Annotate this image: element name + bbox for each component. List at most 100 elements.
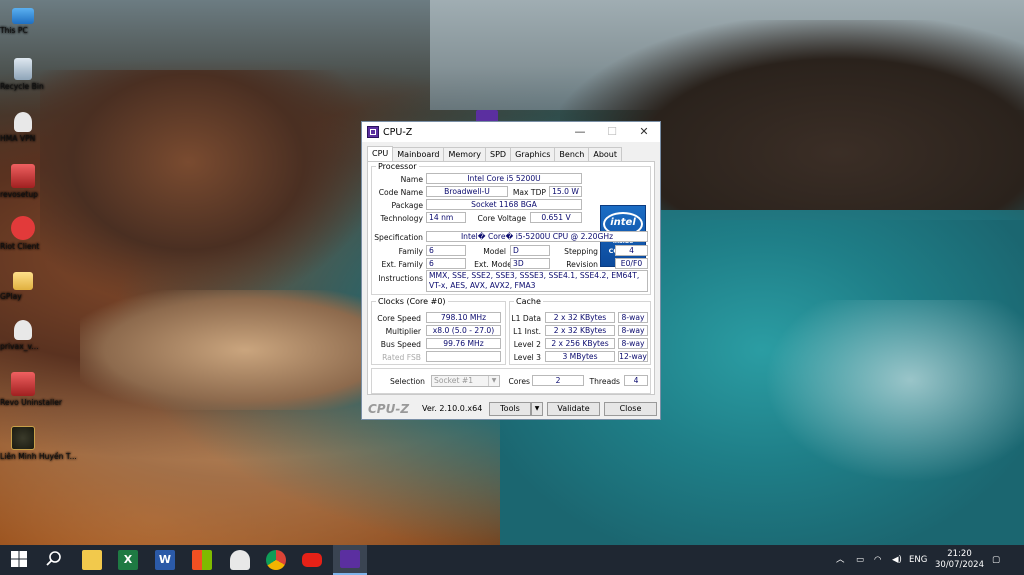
cache-way: 8-way — [618, 312, 648, 323]
tab-about[interactable]: About — [588, 147, 623, 162]
cache-label: L1 Data — [511, 314, 541, 323]
desktop-icon-revosetup[interactable]: revosetup — [0, 164, 46, 199]
tools-button[interactable]: Tools — [489, 402, 531, 416]
desktop-icon-hma-vpn[interactable]: HMA VPN — [0, 112, 46, 143]
tab-bar: CPU Mainboard Memory SPD Graphics Bench … — [362, 142, 660, 162]
family-value: 6 — [426, 245, 466, 256]
league-icon — [11, 426, 35, 450]
stepping-label: Stepping — [564, 247, 598, 256]
corespeed-label: Core Speed — [377, 314, 421, 323]
busspeed-label: Bus Speed — [380, 340, 421, 349]
desktop-icon-label: revosetup — [0, 190, 39, 199]
revo-icon — [11, 164, 35, 188]
clock-time: 21:20 — [947, 549, 972, 559]
instructions-label: Instructions — [378, 274, 423, 283]
corevoltage-label: Core Voltage — [477, 214, 526, 223]
search-icon[interactable] — [45, 550, 65, 570]
cores-value: 2 — [532, 375, 584, 386]
tab-spd[interactable]: SPD — [485, 147, 512, 162]
tools-dropdown-button[interactable]: ▼ — [531, 402, 543, 416]
close-button[interactable]: Close — [604, 402, 657, 416]
family-label: Family — [398, 247, 423, 256]
donkey-icon — [14, 112, 32, 132]
battery-icon[interactable]: ▭ — [856, 545, 864, 575]
codename-label: Code Name — [378, 188, 423, 197]
maximize-button[interactable]: ☐ — [596, 122, 628, 142]
desktop-icon-recycle-bin[interactable]: Recycle Bin — [0, 58, 46, 91]
chrome-icon[interactable] — [266, 550, 286, 570]
corespeed-value: 798.10 MHz — [426, 312, 501, 323]
threads-value: 4 — [624, 375, 648, 386]
revo-icon — [11, 372, 35, 396]
cpuz-window: CPU-Z — ☐ ✕ CPU Mainboard Memory SPD Gra… — [361, 121, 661, 420]
chevron-up-icon[interactable]: ︿ — [836, 545, 845, 575]
selection-label: Selection — [390, 377, 425, 386]
technology-value: 14 nm — [426, 212, 466, 223]
desktop-icon-this-pc[interactable]: This PC — [0, 6, 46, 35]
cpuz-icon — [340, 550, 360, 568]
store-icon[interactable] — [192, 550, 212, 570]
excel-icon[interactable]: X — [118, 550, 138, 570]
cores-label: Cores — [508, 377, 530, 386]
wifi-icon[interactable]: ◠ — [874, 545, 881, 575]
tab-cpu[interactable]: CPU — [367, 146, 394, 161]
clock[interactable]: 21:20 30/07/2024 — [935, 549, 984, 571]
tab-memory[interactable]: Memory — [443, 147, 487, 162]
title-bar[interactable]: CPU-Z — ☐ ✕ — [362, 122, 660, 142]
windows-start-icon[interactable] — [10, 550, 30, 570]
socket-select-value: Socket #1 — [434, 376, 474, 385]
cache-way: 8-way — [618, 338, 648, 349]
codename-value: Broadwell-U — [426, 186, 508, 197]
language-indicator[interactable]: ENG — [909, 545, 927, 575]
multiplier-value: x8.0 (5.0 - 27.0) — [426, 325, 501, 336]
specification-value: Intel� Core� i5-5200U CPU @ 2.20GHz — [426, 231, 648, 242]
cache-way: 8-way — [618, 325, 648, 336]
volume-icon[interactable]: ◀) — [892, 545, 902, 575]
model-label: Model — [483, 247, 506, 256]
corevoltage-value: 0.651 V — [530, 212, 582, 223]
desktop-icon-label: privax_v... — [0, 342, 39, 351]
word-icon[interactable]: W — [155, 550, 175, 570]
extfamily-label: Ext. Family — [381, 260, 423, 269]
notification-icon[interactable]: ▢ — [992, 545, 1000, 575]
cpuz-taskbar-button[interactable] — [333, 545, 367, 575]
cache-size: 3 MBytes — [545, 351, 615, 362]
validate-button[interactable]: Validate — [547, 402, 600, 416]
desktop-icon-lien-minh[interactable]: Liên Minh Huyền T... — [0, 426, 77, 461]
desktop-icon-revo-uninstaller[interactable]: Revo Uninstaller — [0, 372, 62, 407]
close-window-button[interactable]: ✕ — [628, 122, 660, 142]
desktop-icon-gplay[interactable]: GPlay — [0, 268, 46, 301]
desktop-icon-privax[interactable]: privax_v... — [0, 320, 46, 351]
recycle-bin-icon — [14, 58, 32, 80]
tab-graphics[interactable]: Graphics — [510, 147, 556, 162]
youtube-icon[interactable] — [302, 553, 322, 567]
window-title: CPU-Z — [383, 126, 413, 138]
donkey-icon — [14, 320, 32, 340]
cpu-panel: Processor Name Intel Core i5 5200U Code … — [367, 161, 655, 395]
maxtdp-label: Max TDP — [512, 188, 546, 197]
taskbar: X W ︿ ▭ ◠ ◀) ENG 21:20 30/07/2024 ▢ — [0, 545, 1024, 575]
desktop-icon-label: Riot Client — [0, 242, 40, 251]
ratedfsb-label: Rated FSB — [382, 353, 421, 362]
tab-mainboard[interactable]: Mainboard — [392, 147, 445, 162]
model-value: D — [510, 245, 550, 256]
extfamily-value: 6 — [426, 258, 466, 269]
chevron-down-icon: ▼ — [488, 376, 499, 386]
minimize-button[interactable]: — — [564, 122, 596, 142]
file-explorer-icon[interactable] — [82, 550, 102, 570]
processor-legend: Processor — [378, 162, 417, 171]
tab-bench[interactable]: Bench — [554, 147, 590, 162]
cache-label: Level 3 — [513, 353, 541, 362]
donkey-icon[interactable] — [230, 550, 250, 570]
name-value: Intel Core i5 5200U — [426, 173, 582, 184]
socket-select[interactable]: Socket #1 ▼ — [431, 375, 500, 387]
desktop-icon-riot-client[interactable]: Riot Client — [0, 216, 46, 251]
version-text: Ver. 2.10.0.x64 — [422, 404, 483, 413]
desktop-icon-label: GPlay — [0, 292, 22, 301]
stepping-value: 4 — [615, 245, 648, 256]
revision-value: E0/F0 — [615, 258, 648, 269]
cache-legend: Cache — [516, 297, 541, 306]
cpuz-brand: CPU-Z — [368, 402, 410, 416]
cpuz-app-icon — [367, 126, 379, 138]
cache-size: 2 x 32 KBytes — [545, 325, 615, 336]
